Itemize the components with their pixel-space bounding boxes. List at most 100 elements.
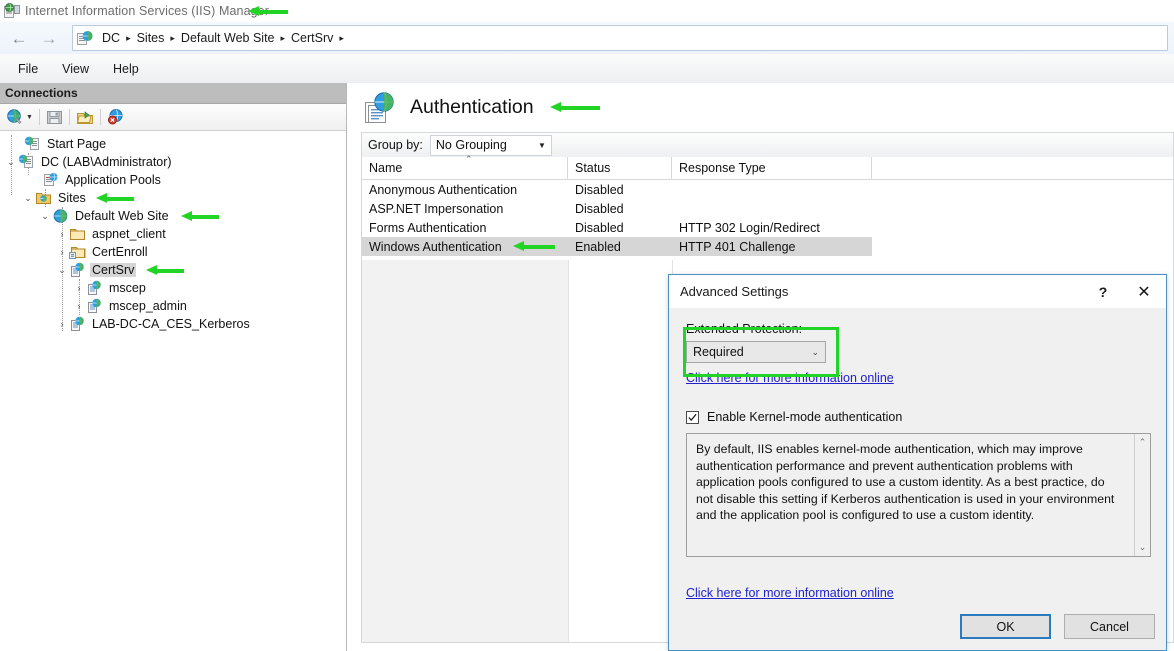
application-icon [86, 298, 103, 314]
menu-view[interactable]: View [50, 58, 101, 80]
group-by-select[interactable]: No Grouping ▼ [429, 134, 552, 156]
connect-to-icon[interactable]: ▼ [4, 106, 35, 128]
tree-expander[interactable] [28, 172, 42, 188]
table-row[interactable]: Anonymous Authentication Disabled [362, 180, 1173, 199]
sidebar-item-lab-dc-ca-ces-kerberos[interactable]: › LAB-DC-CA_CES_Kerberos [2, 315, 346, 333]
menu-help[interactable]: Help [101, 58, 151, 80]
more-info-link-top[interactable]: Click here for more information online [686, 371, 894, 385]
tree-expander-collapsed-icon[interactable]: › [72, 280, 86, 296]
server-page-icon [77, 30, 94, 47]
navigation-buttons: ← → [4, 26, 64, 50]
window-titlebar: Internet Information Services (IIS) Mana… [0, 0, 1174, 23]
ok-button[interactable]: OK [960, 614, 1051, 639]
arrow-to-windows-authentication-row [512, 241, 555, 252]
sidebar-item-label: DC (LAB\Administrator) [41, 155, 172, 169]
chevron-down-icon[interactable]: ▼ [26, 114, 33, 121]
table-row[interactable]: ASP.NET Impersonation Disabled [362, 199, 1173, 218]
sidebar-item-application-pools[interactable]: Application Pools [2, 171, 346, 189]
chevron-down-icon[interactable]: ⌄ [811, 347, 819, 358]
toolbar-divider [99, 109, 101, 125]
application-icon [69, 262, 86, 278]
scroll-up-icon[interactable]: ⌃ [1139, 437, 1147, 448]
dialog-body: Extended Protection: Required ⌄ Click he… [669, 308, 1166, 557]
cell-status: Disabled [575, 201, 624, 216]
sidebar-item-label: Sites [58, 191, 86, 205]
sidebar-item-certsrv[interactable]: ⌄ CertSrv [2, 261, 346, 279]
arrow-to-default-web-site-node [180, 210, 219, 222]
help-icon[interactable]: ? [1084, 275, 1122, 308]
menu-file[interactable]: File [6, 58, 50, 80]
sidebar-item-certenroll[interactable]: › CertEnroll [2, 243, 346, 261]
breadcrumb-item-default-web-site[interactable]: Default Web Site [177, 31, 279, 45]
scroll-down-icon[interactable]: ⌄ [1139, 542, 1147, 553]
sort-ascending-icon[interactable]: ⌃ [465, 154, 473, 165]
cell-name-text: Windows Authentication [369, 239, 502, 254]
extended-protection-value: Required [693, 345, 744, 359]
delete-connection-icon[interactable] [105, 106, 127, 128]
breadcrumb[interactable]: DC ▸ Sites ▸ Default Web Site ▸ CertSrv … [72, 25, 1168, 51]
kernel-mode-label: Enable Kernel-mode authentication [707, 410, 903, 424]
forward-arrow-icon[interactable]: → [34, 26, 64, 50]
column-header-response-type[interactable]: Response Type [672, 157, 872, 179]
page-title: Authentication [410, 96, 534, 118]
breadcrumb-separator-icon[interactable]: ▸ [279, 33, 288, 44]
sidebar-item-dc[interactable]: ⌄ DC (LAB\Administrator) [2, 153, 346, 171]
tree-expander-collapsed-icon[interactable]: › [55, 244, 69, 260]
check-icon [688, 413, 697, 421]
toolbar-divider [38, 109, 40, 125]
tree-expander-expanded-icon[interactable]: ⌄ [21, 190, 35, 206]
arrow-to-certsrv-node [146, 264, 185, 276]
group-by-bar: Group by: No Grouping ▼ [361, 132, 1174, 157]
authentication-icon [363, 91, 397, 125]
tree-expander-expanded-icon[interactable]: ⌄ [38, 208, 52, 224]
chevron-down-icon[interactable]: ▼ [538, 141, 546, 150]
tree-expander-collapsed-icon[interactable]: › [55, 226, 69, 242]
column-divider [568, 260, 569, 642]
cell-name: Anonymous Authentication [369, 182, 518, 197]
sidebar-item-default-web-site[interactable]: ⌄ Default Web Site [2, 207, 346, 225]
breadcrumb-item-dc[interactable]: DC [98, 31, 124, 45]
cell-name: Forms Authentication [369, 220, 487, 235]
breadcrumb-separator-icon[interactable]: ▸ [168, 33, 177, 44]
column-header-status[interactable]: Status [568, 157, 672, 179]
iis-manager-icon [4, 3, 20, 19]
table-row[interactable]: Forms Authentication Disabled HTTP 302 L… [362, 218, 1173, 237]
app-pools-icon [42, 172, 59, 188]
advanced-settings-dialog: Advanced Settings ? ✕ Extended Protectio… [668, 274, 1167, 651]
iis-manager-window: Internet Information Services (IIS) Mana… [0, 0, 1174, 651]
sidebar-item-start-page[interactable]: Start Page [2, 135, 346, 153]
sidebar-item-mscep-admin[interactable]: › mscep_admin [2, 297, 346, 315]
tree-expander-collapsed-icon[interactable]: › [55, 316, 69, 332]
folder-icon [69, 226, 86, 242]
breadcrumb-item-certsrv[interactable]: CertSrv [287, 31, 337, 45]
description-text: By default, IIS enables kernel-mode auth… [696, 442, 1115, 523]
cell-name: ASP.NET Impersonation [369, 201, 504, 216]
kernel-mode-checkbox-row[interactable]: Enable Kernel-mode authentication [686, 410, 1149, 424]
open-connection-icon[interactable] [74, 106, 96, 128]
breadcrumb-separator-icon[interactable]: ▸ [124, 33, 133, 44]
tree-expander-expanded-icon[interactable]: ⌄ [4, 154, 18, 170]
back-arrow-icon[interactable]: ← [4, 26, 34, 50]
more-info-link-bottom[interactable]: Click here for more information online [686, 586, 894, 600]
breadcrumb-item-sites[interactable]: Sites [133, 31, 169, 45]
cell-status: Enabled [568, 237, 672, 256]
tree-expander-expanded-icon[interactable]: ⌄ [55, 262, 69, 278]
tree-expander-collapsed-icon[interactable]: › [72, 298, 86, 314]
application-icon [86, 280, 103, 296]
sidebar-item-sites[interactable]: ⌄ Sites [2, 189, 346, 207]
description-scrollbar[interactable]: ⌃ ⌄ [1134, 434, 1150, 556]
sidebar-item-aspnet-client[interactable]: › aspnet_client [2, 225, 346, 243]
cell-name: Windows Authentication [362, 237, 568, 256]
toolbar-divider [68, 109, 70, 125]
breadcrumb-separator-icon[interactable]: ▸ [337, 33, 346, 44]
tree-expander[interactable] [10, 136, 24, 152]
kernel-mode-checkbox[interactable] [686, 410, 699, 424]
row-windows-authentication[interactable]: Windows Authentication Enabled HTTP 401 … [362, 237, 1173, 256]
save-connections-icon[interactable] [44, 106, 65, 128]
sidebar-item-mscep[interactable]: › mscep [2, 279, 346, 297]
dialog-title: Advanced Settings [680, 284, 789, 299]
sites-folder-icon [35, 190, 52, 206]
close-icon[interactable]: ✕ [1122, 275, 1166, 308]
cancel-button[interactable]: Cancel [1064, 614, 1155, 639]
extended-protection-select[interactable]: Required ⌄ [686, 341, 826, 363]
